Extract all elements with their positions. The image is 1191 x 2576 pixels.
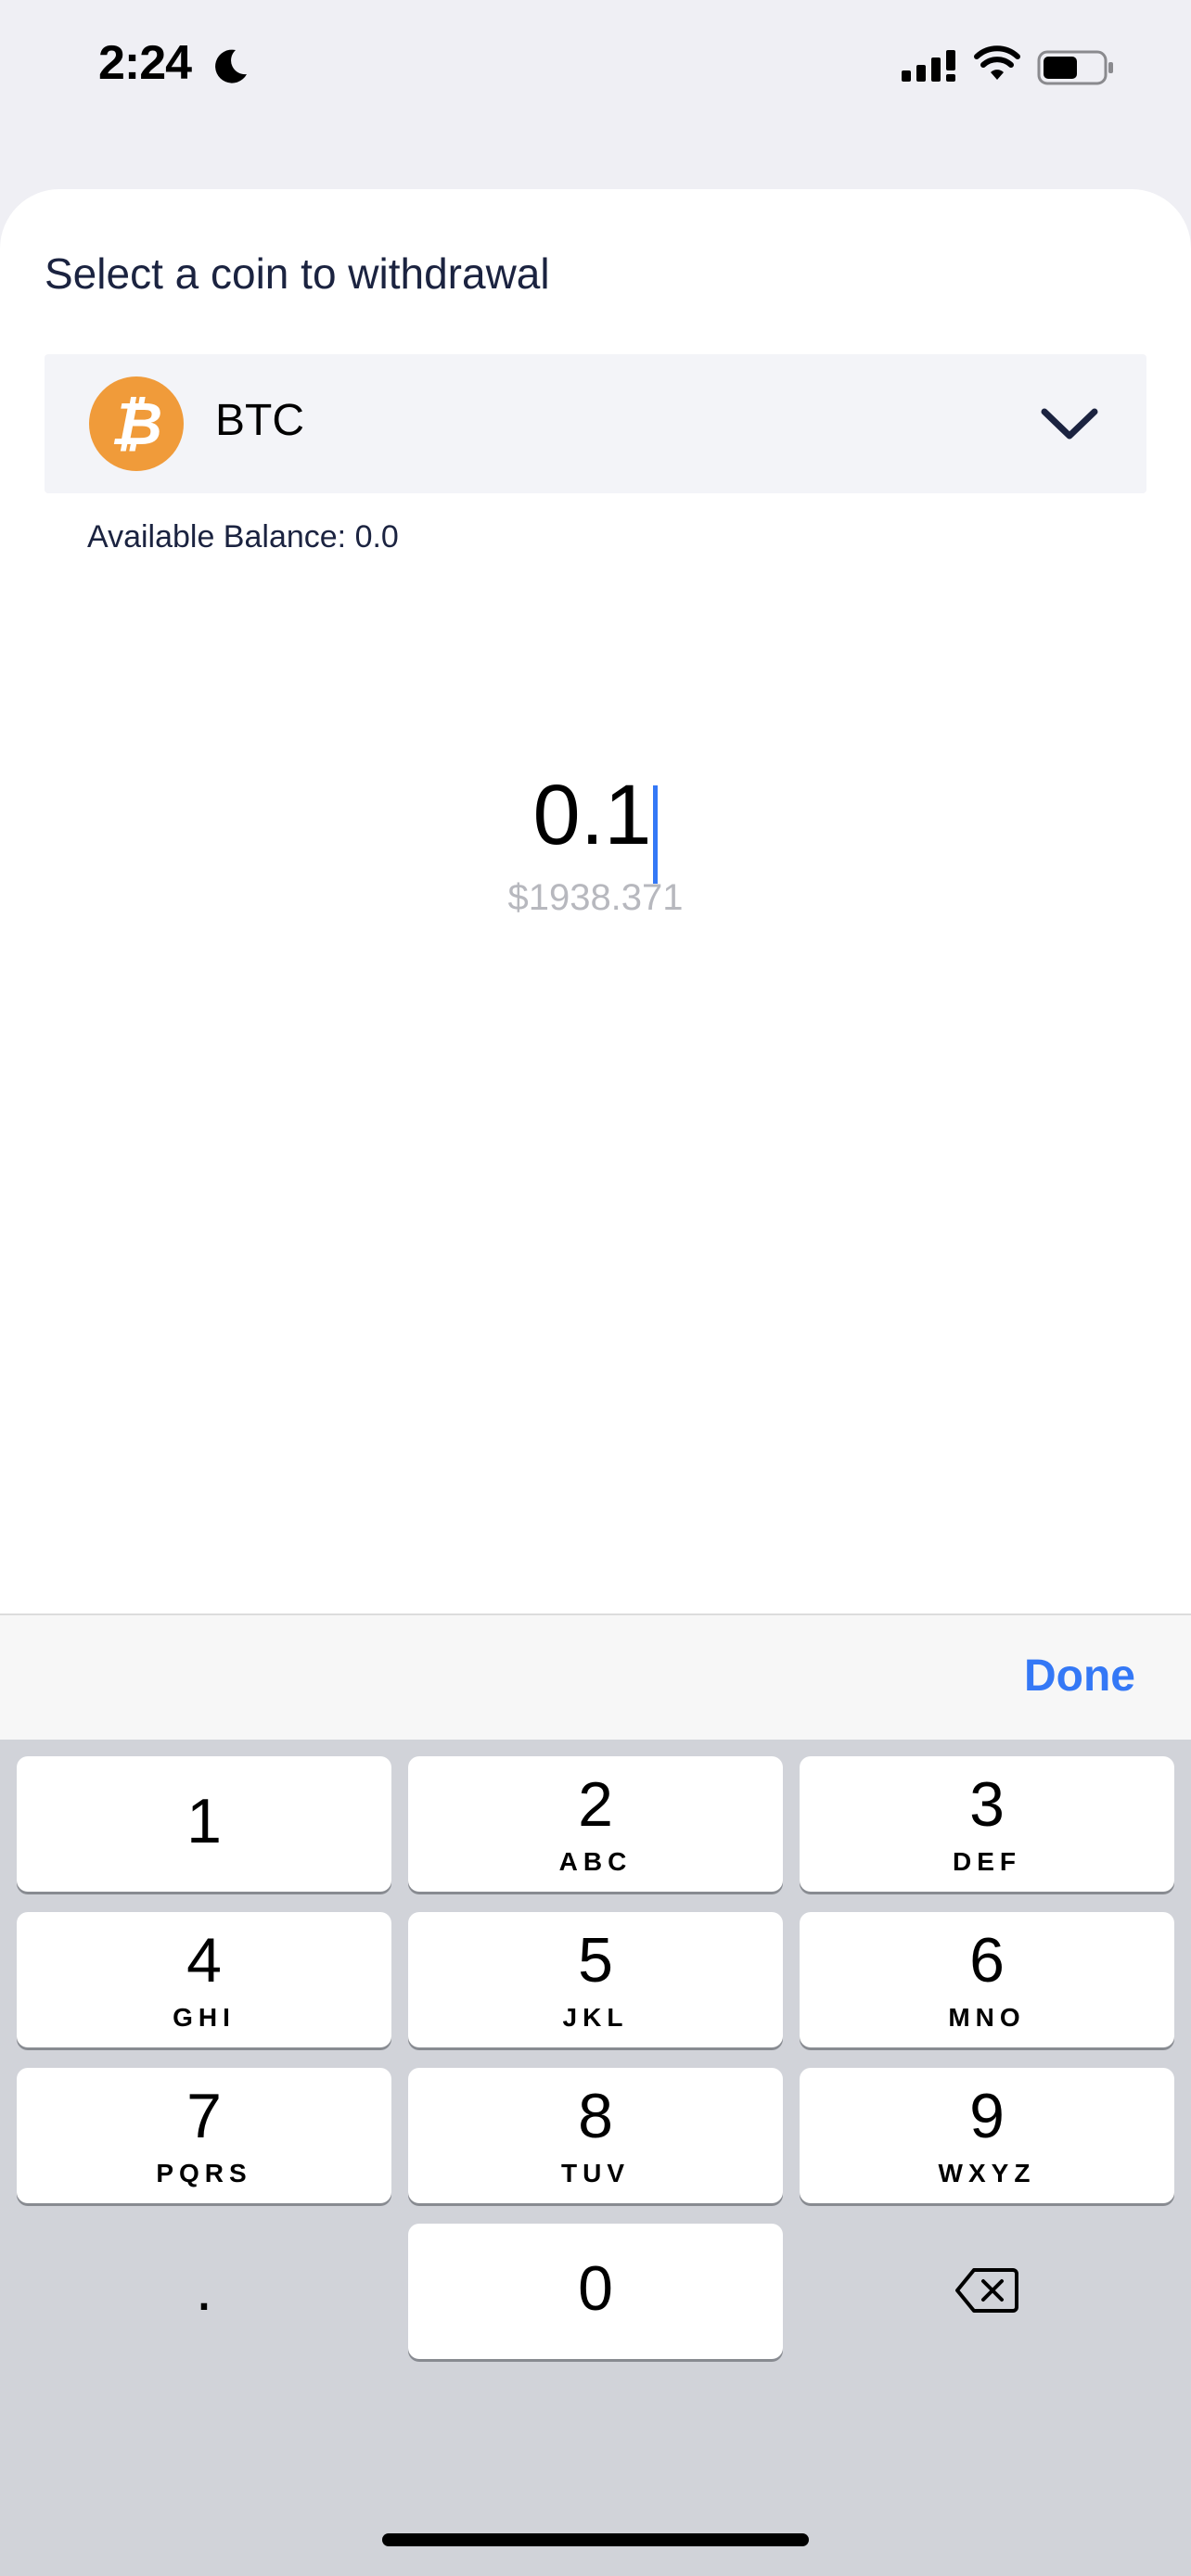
number-pad: 1 2 ABC 3 DEF 4 GHI 5 JKL 6 MNO 7 PQRS 8… [0, 1740, 1191, 2576]
key-digit: 6 [969, 1925, 1005, 1996]
key-0[interactable]: 0 [408, 2224, 783, 2359]
key-digit: 5 [578, 1925, 613, 1996]
key-letters: TUV [561, 2159, 630, 2187]
battery-icon [1037, 50, 1113, 85]
key-6[interactable]: 6 MNO [800, 1912, 1174, 2047]
key-digit: 7 [186, 2081, 222, 2151]
key-digit: 2 [578, 1769, 613, 1840]
key-decimal[interactable]: . [17, 2224, 391, 2359]
key-9[interactable]: 9 WXYZ [800, 2068, 1174, 2203]
key-letters: WXYZ [938, 2159, 1036, 2187]
status-time: 2:24 [98, 36, 192, 90]
key-delete[interactable] [800, 2224, 1174, 2359]
key-8[interactable]: 8 TUV [408, 2068, 783, 2203]
key-letters: JKL [562, 2003, 629, 2032]
key-digit: 8 [578, 2081, 613, 2151]
key-4[interactable]: 4 GHI [17, 1912, 391, 2047]
coin-symbol: BTC [215, 396, 304, 445]
amount-field[interactable]: 0.1 [0, 764, 1191, 889]
coin-select-dropdown[interactable]: ₿ BTC [45, 354, 1146, 493]
key-letters: MNO [948, 2003, 1026, 2032]
amount-input[interactable]: 0.1 [533, 764, 652, 866]
moon-icon [215, 49, 247, 83]
status-bar: 2:24 [0, 0, 1191, 139]
text-caret [653, 784, 659, 884]
key-decimal-label: . [195, 2253, 213, 2324]
key-letters: PQRS [156, 2159, 252, 2187]
key-digit: 4 [186, 1925, 222, 1996]
chevron-down-icon[interactable] [1037, 399, 1102, 449]
key-digit: 3 [969, 1769, 1005, 1840]
key-1[interactable]: 1 [17, 1756, 391, 1892]
fiat-equivalent: $1938.371 [507, 877, 684, 918]
cellular-signal-icon [902, 50, 955, 82]
done-button[interactable]: Done [1024, 1651, 1135, 1702]
key-digit: 1 [186, 1786, 222, 1856]
key-7[interactable]: 7 PQRS [17, 2068, 391, 2203]
home-indicator[interactable] [382, 2533, 809, 2546]
wifi-icon [974, 45, 1020, 80]
bitcoin-glyph: ₿ [109, 390, 163, 457]
keyboard-accessory-bar: Done [0, 1613, 1191, 1740]
key-3[interactable]: 3 DEF [800, 1756, 1174, 1892]
key-digit: 9 [969, 2081, 1005, 2151]
bitcoin-icon: ₿ [89, 376, 184, 471]
key-letters: ABC [558, 1847, 633, 1876]
key-2[interactable]: 2 ABC [408, 1756, 783, 1892]
key-5[interactable]: 5 JKL [408, 1912, 783, 2047]
page-title: Select a coin to withdrawal [45, 249, 550, 298]
backspace-icon [955, 2268, 1018, 2313]
key-digit: 0 [578, 2253, 613, 2324]
key-letters: GHI [173, 2003, 236, 2032]
available-balance: Available Balance: 0.0 [87, 519, 399, 555]
key-letters: DEF [953, 1847, 1021, 1876]
